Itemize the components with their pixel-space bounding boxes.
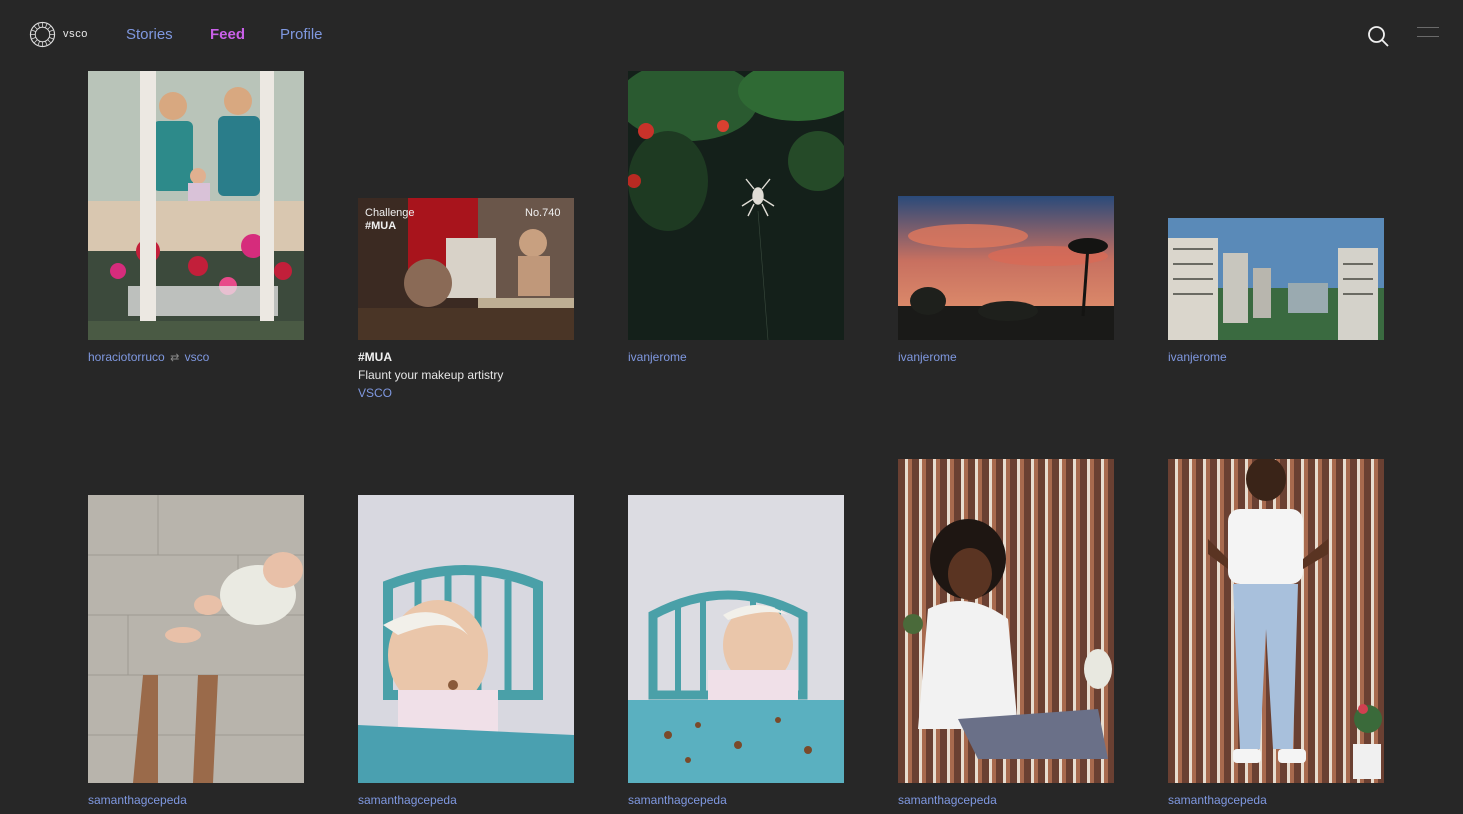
photo-sunset[interactable] <box>898 196 1114 340</box>
username-link[interactable]: samanthagcepeda <box>88 793 187 807</box>
caption: samanthagcepeda <box>628 791 844 809</box>
caption: samanthagcepeda <box>358 791 574 809</box>
nav-feed[interactable]: Feed <box>210 26 245 43</box>
nav-profile[interactable]: Profile <box>280 26 323 43</box>
repost-icon: ⇄ <box>170 352 180 364</box>
challenge-hashtag: #MUA <box>365 220 397 232</box>
challenge-description: Flaunt your makeup artistry <box>358 368 504 382</box>
feed-item[interactable]: samanthagcepeda <box>898 459 1114 809</box>
photo-baby-floor[interactable] <box>88 495 304 783</box>
username-link[interactable]: samanthagcepeda <box>1168 793 1267 807</box>
caption: samanthagcepeda <box>898 791 1114 809</box>
feed-item[interactable]: samanthagcepeda <box>1168 459 1384 809</box>
challenge-title: #MUA <box>358 350 393 364</box>
vsco-logo-icon[interactable] <box>29 21 56 48</box>
caption: horaciotorruco ⇄ vsco <box>88 348 304 367</box>
caption: ivanjerome <box>1168 348 1384 366</box>
username-link[interactable]: ivanjerome <box>1168 350 1227 364</box>
photo-baby-highchair-2[interactable] <box>628 495 844 783</box>
caption: #MUA Flaunt your makeup artistry VSCO <box>358 348 574 402</box>
username-link[interactable]: samanthagcepeda <box>358 793 457 807</box>
photo-city-skyline[interactable] <box>1168 218 1384 340</box>
feed-item[interactable]: ivanjerome <box>628 71 844 366</box>
challenge-card[interactable]: Challenge #MUA No.740 #MUA Flaunt your m… <box>358 198 574 402</box>
feed-item[interactable]: samanthagcepeda <box>88 495 304 809</box>
caption: samanthagcepeda <box>88 791 304 809</box>
caption: samanthagcepeda <box>1168 791 1384 809</box>
challenge-label: Challenge <box>365 207 415 219</box>
feed-item[interactable]: samanthagcepeda <box>628 495 844 809</box>
photo-mural[interactable] <box>88 71 304 340</box>
feed-item[interactable]: horaciotorruco ⇄ vsco <box>88 71 304 367</box>
photo-spider[interactable] <box>628 71 844 340</box>
repost-source-link[interactable]: vsco <box>185 350 210 364</box>
nav-stories[interactable]: Stories <box>126 26 173 43</box>
challenge-number: No.740 <box>525 207 561 219</box>
username-link[interactable]: horaciotorruco <box>88 350 165 364</box>
menu-icon[interactable] <box>1417 27 1439 43</box>
username-link[interactable]: samanthagcepeda <box>898 793 997 807</box>
photo-baby-highchair-1[interactable] <box>358 495 574 783</box>
username-link[interactable]: ivanjerome <box>628 350 687 364</box>
username-link[interactable]: samanthagcepeda <box>628 793 727 807</box>
photo-challenge-mua[interactable]: Challenge #MUA No.740 <box>358 198 574 340</box>
top-header: vsco Stories Feed Profile <box>0 0 1463 70</box>
feed-item[interactable]: ivanjerome <box>1168 218 1384 366</box>
feed-item[interactable]: ivanjerome <box>898 196 1114 366</box>
photo-woman-standing[interactable] <box>1168 459 1384 783</box>
photo-woman-sitting[interactable] <box>898 459 1114 783</box>
search-icon[interactable] <box>1366 24 1390 48</box>
feed-item[interactable]: samanthagcepeda <box>358 495 574 809</box>
caption: ivanjerome <box>628 348 844 366</box>
brand-name[interactable]: vsco <box>63 28 88 40</box>
caption: ivanjerome <box>898 348 1114 366</box>
username-link[interactable]: ivanjerome <box>898 350 957 364</box>
challenge-brand-link[interactable]: VSCO <box>358 384 574 402</box>
